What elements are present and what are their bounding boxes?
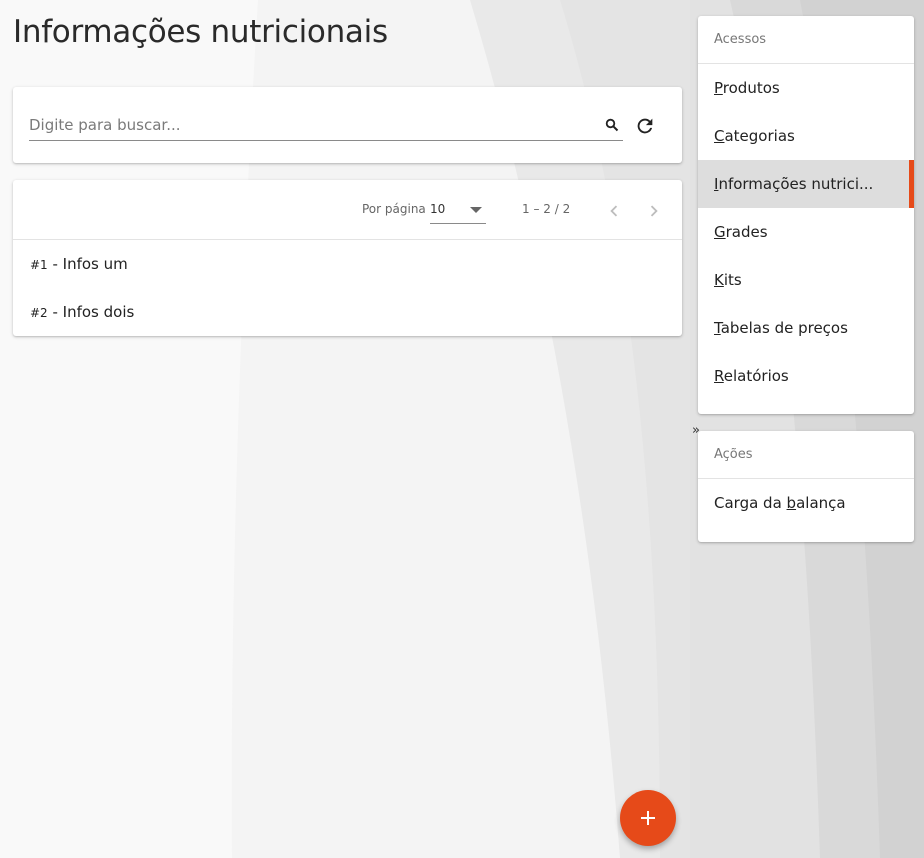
sidebar-item-label: rodutos [722,79,780,97]
search-card [13,87,682,163]
shortcut-letter: R [714,367,724,385]
sidebar-item-label: ategorias [724,127,795,145]
list-item[interactable]: #2 - Infos dois [30,300,134,324]
list-item-label: - Infos um [47,255,128,273]
active-indicator [909,160,914,208]
list-item[interactable]: #1 - Infos um [30,252,128,276]
list-item-label: - Infos dois [47,303,135,321]
range-label: 1 – 2 / 2 [522,202,571,216]
per-page-label: Por página [362,202,426,216]
sidebar-accessos-header: Acessos [698,16,914,64]
list-card: Por página 10 1 – 2 / 2 #1 - Infos um #2… [13,180,682,336]
list-item-number: #1 [30,258,48,272]
sidebar-item-label: its [723,271,742,289]
sidebar-item-label: alança [796,494,846,512]
sidebar-item-label: elatórios [723,367,789,385]
sidebar-item-label: rades [725,223,768,241]
sidebar-accessos-panel: Acessos Produtos Categorias Informações … [698,16,914,414]
per-page-select[interactable]: 10 [430,200,486,224]
sidebar-item-informacoes-nutricionais[interactable]: Informações nutrici... [698,160,914,208]
per-page-value: 10 [430,202,446,216]
add-button[interactable] [620,790,676,846]
sidebar-item-grades[interactable]: Grades [698,208,914,256]
sidebar-item-carga-da-balanca[interactable]: Carga da balança [698,479,914,527]
plus-icon [641,811,655,825]
shortcut-letter: P [714,79,723,97]
sidebar-item-label: abelas de preços [720,319,848,337]
sidebar-item-produtos[interactable]: Produtos [698,64,914,112]
dropdown-arrow-icon [470,207,482,213]
search-icon[interactable] [605,117,619,132]
shortcut-letter: K [714,271,724,289]
chevron-left-icon[interactable] [603,200,625,222]
sidebar-acoes-header: Ações [698,431,914,479]
sidebar-item-label: nformações nutrici... [718,175,874,193]
shortcut-letter: b [786,494,797,512]
shortcut-letter: C [714,127,725,145]
refresh-icon[interactable] [634,115,656,137]
sidebar-acoes-panel: Ações Carga da balança [698,431,914,542]
paginator: Por página 10 1 – 2 / 2 [13,180,682,240]
search-input[interactable] [29,113,589,137]
list-item-number: #2 [30,306,48,320]
chevron-right-icon[interactable] [643,200,665,222]
sidebar-item-tabelas-de-precos[interactable]: Tabelas de preços [698,304,914,352]
shortcut-letter: G [714,223,726,241]
sidebar-item-categorias[interactable]: Categorias [698,112,914,160]
sidebar-item-label: Carga da [714,494,787,512]
page-title: Informações nutricionais [13,14,388,50]
sidebar-item-kits[interactable]: Kits [698,256,914,304]
search-field [29,109,623,141]
sidebar-item-relatorios[interactable]: Relatórios [698,352,914,400]
shortcut-letter: T [714,319,721,337]
